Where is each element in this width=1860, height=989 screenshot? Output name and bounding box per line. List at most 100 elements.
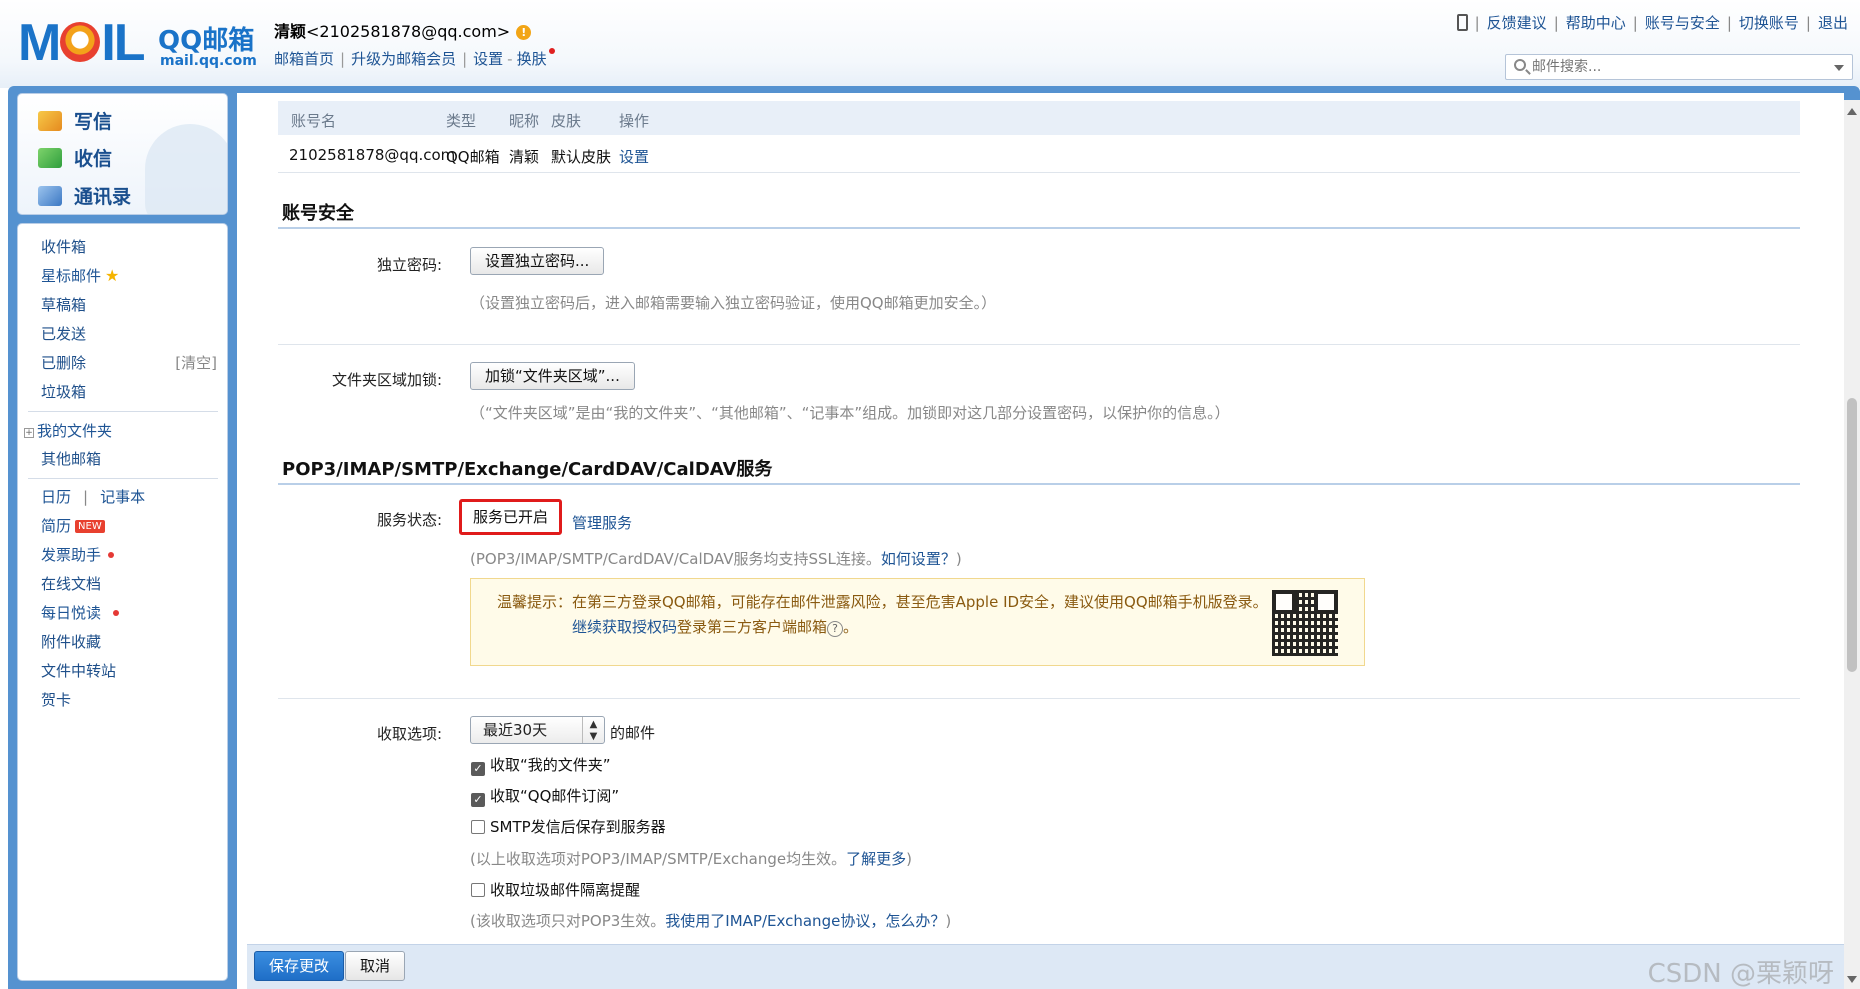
option-spam-reminder[interactable]: 收取垃圾邮件隔离提醒: [471, 879, 640, 900]
compose-button[interactable]: 写信: [38, 107, 112, 134]
folder-list: 收件箱 星标邮件 ★ 草稿箱 已发送 已删除 [清空] 垃圾箱 + 我的文件夹 其他…: [17, 223, 228, 981]
folder-sent[interactable]: 已发送: [41, 323, 86, 344]
checkbox-checked[interactable]: ✓: [471, 793, 485, 807]
tip-line-2: 继续获取授权码登录第三方客户端邮箱?。: [572, 618, 859, 637]
upgrade-vip-link[interactable]: 升级为邮箱会员: [351, 50, 456, 68]
app-file-transfer[interactable]: 文件中转站: [41, 660, 116, 681]
app-daily-reading[interactable]: 每日悦读: [41, 602, 120, 623]
scroll-down-icon[interactable]: [1847, 976, 1857, 983]
calendar-notebook-row: 日历 | 记事本: [41, 488, 146, 506]
account-settings-link[interactable]: 设置: [619, 146, 649, 167]
top-header: M IL QQ邮箱 mail.qq.com 清颖<2102581878@qq.co…: [0, 0, 1860, 88]
search-dropdown-icon[interactable]: [1834, 65, 1844, 71]
divider: [278, 698, 1800, 699]
top-links: | 反馈建议 | 帮助中心 | 账号与安全 | 切换账号 | 退出: [1456, 12, 1848, 33]
scroll-up-icon[interactable]: [1847, 108, 1857, 115]
app-invoice-assistant[interactable]: 发票助手: [41, 544, 115, 565]
scrollbar-thumb[interactable]: [1847, 398, 1857, 672]
mailbox-home-link[interactable]: 邮箱首页: [274, 50, 334, 68]
quick-actions: 写信 收信 通讯录: [17, 93, 228, 215]
get-auth-code-link[interactable]: 继续获取授权码: [572, 618, 677, 636]
search-input[interactable]: [1532, 57, 1822, 77]
switch-account-link[interactable]: 切换账号: [1739, 14, 1799, 32]
section-title-security: 账号安全: [282, 203, 354, 224]
folder-deleted[interactable]: 已删除: [41, 352, 86, 373]
cell-skin: 默认皮肤: [551, 148, 612, 166]
contacts-icon: [38, 186, 62, 206]
app-greeting-cards[interactable]: 贺卡: [41, 689, 71, 710]
section-title-services: POP3/IMAP/SMTP/Exchange/CardDAV/CalDAV服务: [282, 459, 773, 480]
logout-link[interactable]: 退出: [1818, 14, 1848, 32]
app-online-docs[interactable]: 在线文档: [41, 573, 101, 594]
set-password-button[interactable]: 设置独立密码...: [470, 247, 605, 275]
app-attachment-collection[interactable]: 附件收藏: [41, 631, 101, 652]
folder-other-mailboxes[interactable]: 其他邮箱: [41, 448, 101, 469]
notebook-link[interactable]: 记事本: [100, 488, 145, 506]
checkbox-checked[interactable]: ✓: [471, 762, 485, 776]
cancel-button[interactable]: 取消: [345, 951, 406, 981]
divider: [28, 478, 218, 479]
receive-hint-1: (以上收取选项对POP3/IMAP/SMTP/Exchange均生效。了解更多): [470, 850, 912, 868]
service-status-value: 服务已开启: [459, 499, 562, 535]
unread-dot: [113, 610, 120, 616]
col-account-name: 账号名: [291, 112, 337, 130]
security-tip-box: 温馨提示：在第三方登录QQ邮箱，可能存在邮件泄露风险，甚至危害Apple ID安…: [470, 578, 1365, 666]
cell-nickname: 清颖: [509, 148, 540, 166]
col-skin: 皮肤: [551, 112, 582, 130]
warning-icon[interactable]: !: [516, 25, 532, 40]
user-email: <2102581878@qq.com>: [306, 22, 511, 41]
qqmail-logo[interactable]: M IL QQ邮箱 mail.qq.com: [18, 14, 257, 72]
logo-mail-wordmark: M IL: [18, 14, 146, 72]
expand-icon[interactable]: +: [24, 428, 34, 438]
help-center-link[interactable]: 帮助中心: [1566, 14, 1626, 32]
checkbox-unchecked[interactable]: [471, 820, 485, 834]
folder-lock-label: 文件夹区域加锁:: [331, 371, 442, 389]
section-divider: [278, 483, 1800, 485]
receive-button[interactable]: 收信: [38, 144, 112, 171]
checkbox-unchecked[interactable]: [471, 883, 485, 897]
imap-exchange-help-link[interactable]: 我使用了IMAP/Exchange协议，怎么办？: [665, 912, 945, 930]
folder-inbox[interactable]: 收件箱: [41, 236, 86, 257]
cell-type: QQ邮箱: [446, 148, 500, 166]
col-type: 类型: [446, 112, 477, 130]
app-resume[interactable]: 简历 NEW: [41, 515, 105, 536]
folder-my-folders[interactable]: + 我的文件夹: [24, 420, 112, 441]
user-nick: 清颖: [274, 22, 307, 41]
bottom-action-bar: 保存更改 取消 CSDN @栗颖呀: [247, 944, 1844, 989]
learn-more-link[interactable]: 了解更多: [846, 850, 906, 868]
logo-brand: QQ邮箱: [158, 26, 255, 56]
vertical-scrollbar[interactable]: [1844, 100, 1860, 989]
folder-lock-button[interactable]: 加锁“文件夹区域”...: [470, 362, 635, 390]
col-action: 操作: [619, 112, 650, 130]
contacts-button[interactable]: 通讯录: [38, 182, 131, 209]
notification-dot: [548, 48, 555, 54]
select-arrows-icon: ▲ ▼: [582, 717, 604, 743]
how-to-setup-link[interactable]: 如何设置？: [881, 550, 956, 568]
service-status-label: 服务状态:: [376, 511, 442, 529]
ssl-hint: (POP3/IMAP/SMTP/CardDAV/CalDAV服务均支持SSL连接…: [470, 550, 962, 568]
change-skin-link[interactable]: 换肤: [517, 50, 547, 68]
clear-deleted-link[interactable]: [清空]: [175, 352, 217, 373]
compose-icon: [38, 111, 62, 131]
manage-service-link[interactable]: 管理服务: [572, 512, 632, 533]
calendar-link[interactable]: 日历: [41, 488, 71, 506]
feedback-link[interactable]: 反馈建议: [1487, 14, 1547, 32]
option-my-folders[interactable]: ✓ 收取“我的文件夹”: [471, 754, 611, 776]
save-changes-button[interactable]: 保存更改: [254, 951, 345, 981]
cell-account-name: 2102581878@qq.com: [289, 146, 456, 164]
settings-link[interactable]: 设置: [473, 50, 503, 68]
watermark: CSDN @栗颖呀: [1647, 959, 1834, 989]
option-qq-subscriptions[interactable]: ✓ 收取“QQ邮件订阅”: [471, 785, 619, 807]
logo-domain: mail.qq.com: [160, 53, 257, 69]
user-links: 邮箱首页 | 升级为邮箱会员 | 设置 - 换肤: [274, 48, 555, 69]
account-table-header: 账号名 类型 昵称 皮肤 操作: [278, 101, 1800, 135]
receive-range-select[interactable]: 最近30天 ▲ ▼: [470, 716, 605, 744]
mail-search[interactable]: [1505, 54, 1853, 80]
help-question-icon[interactable]: ?: [827, 621, 844, 637]
folder-starred[interactable]: 星标邮件 ★: [41, 265, 119, 286]
phone-icon[interactable]: [1456, 14, 1468, 31]
folder-drafts[interactable]: 草稿箱: [41, 294, 86, 315]
option-smtp-save[interactable]: SMTP发信后保存到服务器: [471, 816, 666, 837]
folder-spam[interactable]: 垃圾箱: [41, 381, 86, 402]
account-security-link[interactable]: 账号与安全: [1645, 14, 1720, 32]
